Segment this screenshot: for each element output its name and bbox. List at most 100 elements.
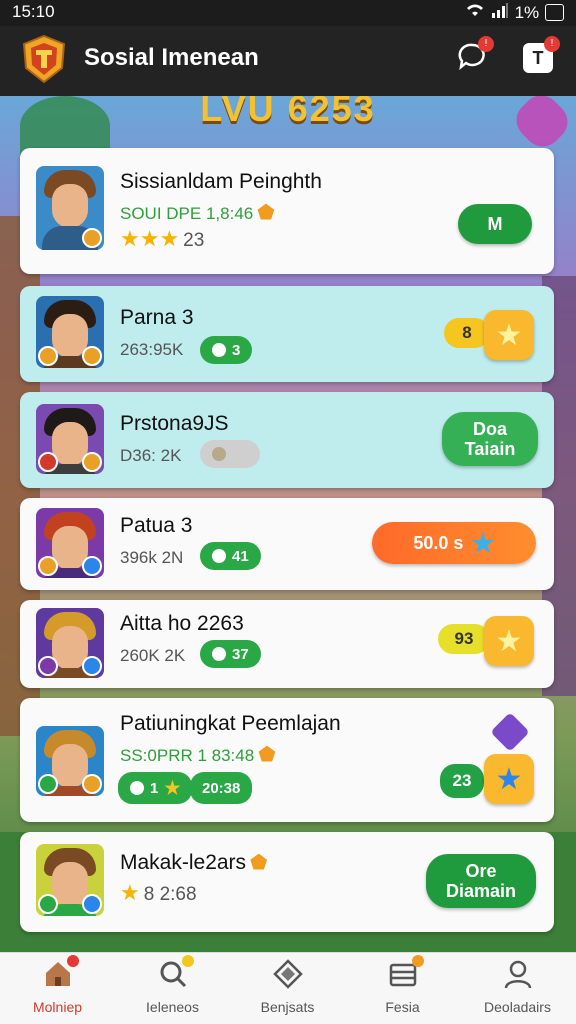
bottom-navigation: Molniep Ieleneos Benjsats Fesia Deoladai… bbox=[0, 952, 576, 1024]
list-item[interactable]: Aitta ho 2263 260K 2K 37 93 ★ bbox=[20, 600, 554, 688]
subtitle-text: SOUI DPE 1,8:46 bbox=[120, 204, 254, 223]
reward-button-label: 50.0 s bbox=[413, 533, 464, 553]
shield-icon bbox=[212, 343, 226, 357]
notification-badge: ! bbox=[544, 36, 560, 52]
search-badge bbox=[181, 955, 194, 967]
nav-item-home[interactable]: Molniep bbox=[0, 955, 115, 1015]
shield-icon: ⬟ bbox=[250, 852, 268, 874]
level-badge-icon bbox=[38, 346, 58, 366]
list-item[interactable]: Makak-le2ars ⬟ ★ 8 2:68 Ore Diamain bbox=[20, 832, 554, 932]
nav-item-search[interactable]: Ieleneos bbox=[115, 955, 230, 1015]
star-icons: ★★★ bbox=[120, 226, 180, 251]
player-name: Patiuningkat Peemlajan bbox=[120, 712, 341, 735]
battery-icon bbox=[545, 4, 564, 21]
nav-label: Deoladairs bbox=[484, 999, 551, 1015]
action-button[interactable]: M bbox=[458, 204, 532, 244]
player-score: 396k 2N bbox=[120, 548, 184, 567]
player-score: 260K 2K bbox=[120, 646, 186, 665]
star-reward-button[interactable]: ★ bbox=[484, 754, 534, 804]
button-line-2: Taiain bbox=[464, 439, 516, 459]
level-badge-icon bbox=[82, 556, 102, 576]
star-reward-button[interactable]: ★ bbox=[484, 310, 534, 360]
chip-value: 1 bbox=[150, 779, 159, 797]
player-subtitle: SOUI DPE 1,8:46 ⬟ bbox=[120, 200, 275, 225]
star-icon: ★ bbox=[164, 777, 181, 798]
list-item[interactable]: Sissianldam Peinghth SOUI DPE 1,8:46 ⬟ ★★… bbox=[20, 148, 554, 274]
avatar bbox=[36, 404, 104, 474]
level-badge-icon bbox=[38, 556, 58, 576]
nav-item-gems[interactable]: Benjsats bbox=[230, 959, 345, 1015]
diamond-button[interactable]: Ore Diamain bbox=[426, 854, 536, 908]
button-line-1: Ore bbox=[465, 861, 497, 881]
points-pill: 93 bbox=[438, 624, 490, 654]
nav-label: Benjsats bbox=[260, 999, 315, 1015]
nav-label: Fesia bbox=[385, 999, 420, 1015]
train-button[interactable]: Doa Taiain bbox=[442, 412, 538, 466]
level-badge-icon bbox=[38, 656, 58, 676]
profile-icon bbox=[503, 959, 533, 989]
chip-value: 3 bbox=[232, 341, 241, 359]
rating-stars: ★ 8 2:68 bbox=[120, 880, 197, 906]
avatar bbox=[36, 844, 104, 916]
level-chip: 41 bbox=[200, 542, 261, 570]
player-name: Prstona9JS bbox=[120, 412, 229, 435]
level-badge-icon bbox=[82, 452, 102, 472]
star-icon: ★ bbox=[495, 624, 523, 658]
chip-value: 37 bbox=[232, 645, 249, 663]
list-item[interactable]: Prstona9JS D36: 2K Doa Taiain bbox=[20, 392, 554, 488]
star-icon: ★ bbox=[495, 318, 523, 352]
status-time: 15:10 bbox=[12, 2, 55, 21]
nav-item-profile[interactable]: Deoladairs bbox=[460, 959, 575, 1015]
inbox-badge bbox=[411, 955, 424, 967]
player-name-text: Makak-le2ars bbox=[120, 851, 247, 874]
shield-icon bbox=[212, 549, 226, 563]
level-chip: 3 bbox=[200, 336, 253, 364]
list-item[interactable]: Parna 3 263:95K 3 8 ★ bbox=[20, 286, 554, 382]
player-name: Sissianldam Peinghth bbox=[120, 170, 322, 193]
list-item[interactable]: Patua 3 396k 2N 41 50.0 s ★ bbox=[20, 498, 554, 590]
star-reward-button[interactable]: ★ bbox=[484, 616, 534, 666]
chat-button[interactable]: ! bbox=[454, 36, 494, 76]
app-title: Sosial Imenean bbox=[84, 44, 259, 71]
level-badge-icon bbox=[82, 774, 102, 794]
level-badge-icon bbox=[38, 894, 58, 914]
reward-button[interactable]: 50.0 s ★ bbox=[372, 522, 536, 564]
shield-icon: ⬟ bbox=[257, 202, 275, 224]
home-icon bbox=[43, 955, 79, 989]
star-icon: ★ bbox=[495, 762, 523, 796]
notifications-button[interactable]: T ! bbox=[520, 36, 560, 76]
level-badge-icon bbox=[82, 894, 102, 914]
level-badge-icon bbox=[38, 774, 58, 794]
level-chip bbox=[200, 440, 260, 468]
nav-label: Ieleneos bbox=[146, 999, 199, 1015]
player-name: Parna 3 bbox=[120, 306, 194, 329]
gem-icon bbox=[272, 959, 303, 989]
nav-item-inbox[interactable]: Fesia bbox=[345, 955, 460, 1015]
list-item[interactable]: Patiuningkat Peemlajan SS:0PRR 1 83:48 ⬟ … bbox=[20, 698, 554, 822]
level-badge-icon bbox=[82, 346, 102, 366]
signal-icon bbox=[491, 2, 509, 23]
banner-headline: LVU 6253 bbox=[200, 96, 376, 129]
star-icon: ★ bbox=[471, 528, 495, 558]
level-badge-icon bbox=[82, 228, 102, 248]
status-bar: 15:10 1% bbox=[0, 0, 576, 26]
chat-badge: ! bbox=[478, 36, 494, 52]
rating-value: 8 2:68 bbox=[143, 884, 197, 905]
nav-label: Molniep bbox=[32, 999, 83, 1015]
inbox-icon bbox=[388, 955, 424, 989]
subtitle-text: SS:0PRR 1 83:48 bbox=[120, 746, 255, 765]
star-icon: ★ bbox=[120, 880, 140, 905]
player-name: Patua 3 bbox=[120, 514, 193, 537]
app-logo-icon bbox=[20, 34, 68, 84]
shield-icon bbox=[130, 781, 144, 795]
player-subtitle: SS:0PRR 1 83:48 ⬟ bbox=[120, 742, 276, 767]
avatar bbox=[36, 508, 104, 578]
rating-value: 23 bbox=[183, 230, 205, 251]
avatar bbox=[36, 296, 104, 368]
shield-icon bbox=[212, 647, 226, 661]
search-icon bbox=[158, 955, 194, 989]
wifi-icon bbox=[465, 2, 485, 23]
avatar bbox=[36, 608, 104, 678]
player-score: D36: 2K bbox=[120, 446, 182, 465]
app-bar: Sosial Imenean ! T ! bbox=[0, 26, 576, 96]
